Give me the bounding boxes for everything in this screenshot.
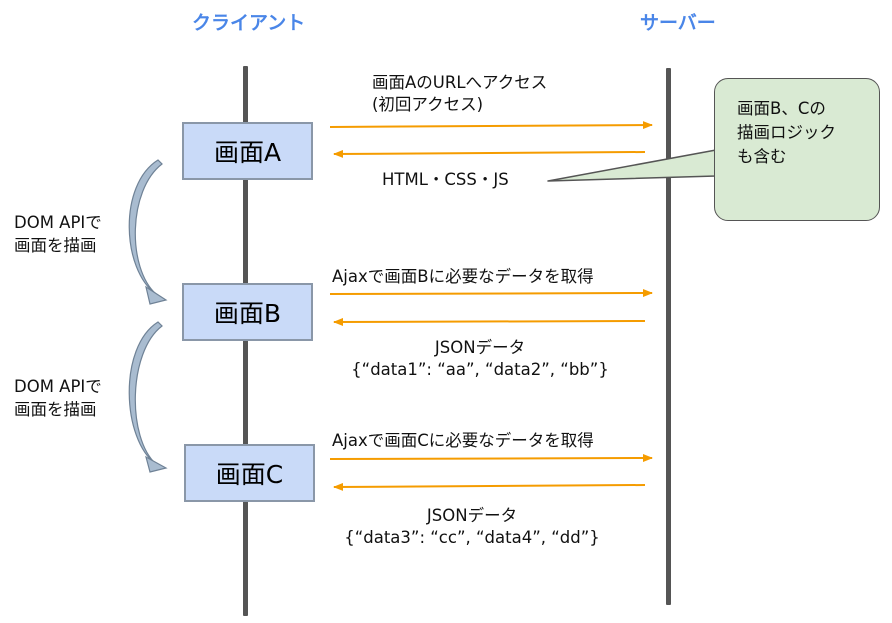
request-arrow-a bbox=[329, 121, 653, 130]
request-arrow-b bbox=[329, 289, 653, 298]
response-b-label-line2: {“data1”: “aa”, “data2”, “bb”} bbox=[351, 360, 609, 379]
request-b-label: Ajaxで画面Bに必要なデータを取得 bbox=[332, 267, 594, 286]
screen-b-box: 画面B bbox=[182, 283, 313, 341]
response-c-label-line2: {“data3”: “cc”, “data4”, “dd”} bbox=[344, 528, 600, 547]
request-c-label: Ajaxで画面Cに必要なデータを取得 bbox=[332, 431, 594, 450]
callout-tail bbox=[547, 149, 717, 182]
callout-line-3: も含む bbox=[737, 147, 787, 166]
request-arrow-c bbox=[329, 454, 653, 463]
transition-b-c-label-line2: 画面を描画 bbox=[14, 400, 97, 419]
response-b-label-line1: JSONデータ bbox=[434, 338, 526, 357]
callout-bubble: 画面B、Cの 描画ロジック も含む bbox=[714, 78, 880, 221]
response-arrow-b bbox=[333, 317, 646, 326]
callout-line-2: 描画ロジック bbox=[737, 123, 836, 142]
transition-a-b-label-line2: 画面を描画 bbox=[14, 236, 97, 255]
request-a-label-line1: 画面AのURLへアクセス bbox=[372, 73, 548, 92]
transition-arrow-a-b bbox=[128, 159, 168, 305]
request-a-label-line2: (初回アクセス) bbox=[372, 95, 484, 114]
transition-a-b-label-line1: DOM APIで bbox=[14, 213, 102, 232]
response-arrow-c bbox=[333, 482, 646, 491]
screen-c-box: 画面C bbox=[184, 444, 315, 502]
callout-tail-seam bbox=[715, 149, 719, 177]
response-c-label-line1: JSONデータ bbox=[426, 506, 518, 525]
screen-a-box: 画面A bbox=[182, 122, 313, 180]
transition-b-c-label-line1: DOM APIで bbox=[14, 377, 102, 396]
response-a-label: HTML・CSS・JS bbox=[382, 170, 509, 189]
response-arrow-a bbox=[333, 149, 646, 158]
transition-arrow-b-c bbox=[128, 321, 168, 473]
callout-line-1: 画面B、Cの bbox=[737, 99, 826, 118]
